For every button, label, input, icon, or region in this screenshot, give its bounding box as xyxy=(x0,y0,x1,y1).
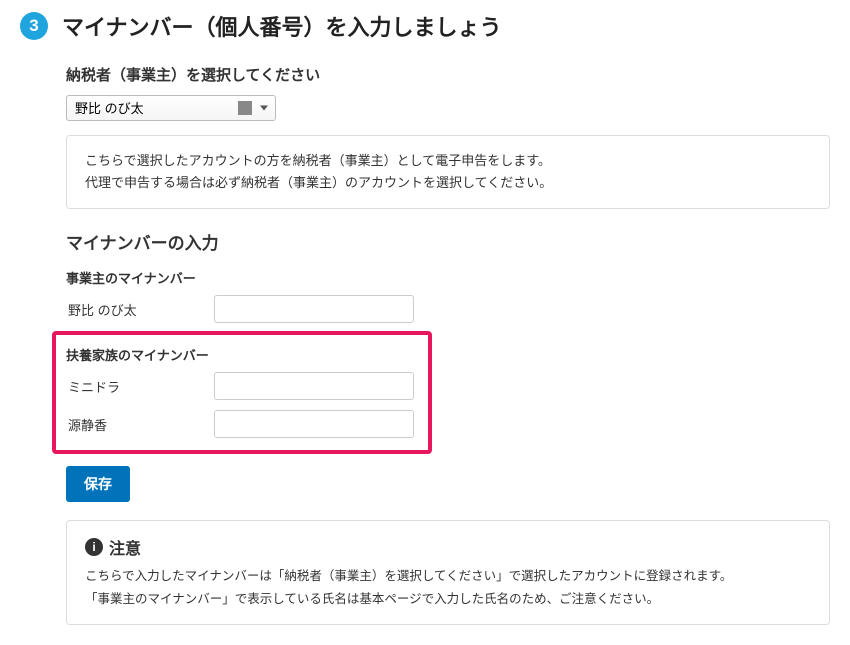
dependent-mynumber-block: 扶養家族のマイナンバー ミニドラ 源静香 xyxy=(52,331,432,454)
notice-box: i 注意 こちらで入力したマイナンバーは「納税者（事業主）を選択してください」で… xyxy=(66,520,830,625)
taxpayer-select-label: 納税者（事業主）を選択してください xyxy=(66,64,830,85)
taxpayer-info-box: こちらで選択したアカウントの方を納税者（事業主）として電子申告をします。 代理で… xyxy=(66,135,830,209)
dependent-row: 源静香 xyxy=(66,410,418,438)
taxpayer-select[interactable]: 野比 のび太 xyxy=(66,95,276,121)
info-icon: i xyxy=(85,538,103,556)
mynumber-heading: マイナンバーの入力 xyxy=(66,229,830,254)
dependent-mynumber-label: 扶養家族のマイナンバー xyxy=(66,345,418,364)
notice-line-1: こちらで入力したマイナンバーは「納税者（事業主）を選択してください」で選択したア… xyxy=(85,565,811,588)
owner-mynumber-input[interactable] xyxy=(214,295,414,323)
save-button[interactable]: 保存 xyxy=(66,466,130,502)
dependent-name: ミニドラ xyxy=(66,377,206,396)
step-number-badge: 3 xyxy=(20,12,48,40)
step-title: マイナンバー（個人番号）を入力しましょう xyxy=(62,10,502,42)
owner-mynumber-label: 事業主のマイナンバー xyxy=(66,268,830,287)
dependent-mynumber-input[interactable] xyxy=(214,410,414,438)
dependent-name: 源静香 xyxy=(66,415,206,434)
info-line-2: 代理で申告する場合は必ず納税者（事業主）のアカウントを選択してください。 xyxy=(85,172,811,194)
info-line-1: こちらで選択したアカウントの方を納税者（事業主）として電子申告をします。 xyxy=(85,150,811,172)
notice-line-2: 「事業主のマイナンバー」で表示している氏名は基本ページで入力した氏名のため、ご注… xyxy=(85,588,811,611)
dependent-mynumber-input[interactable] xyxy=(214,372,414,400)
dependent-row: ミニドラ xyxy=(66,372,418,400)
notice-title-text: 注意 xyxy=(109,535,141,559)
owner-name: 野比 のび太 xyxy=(66,300,206,319)
